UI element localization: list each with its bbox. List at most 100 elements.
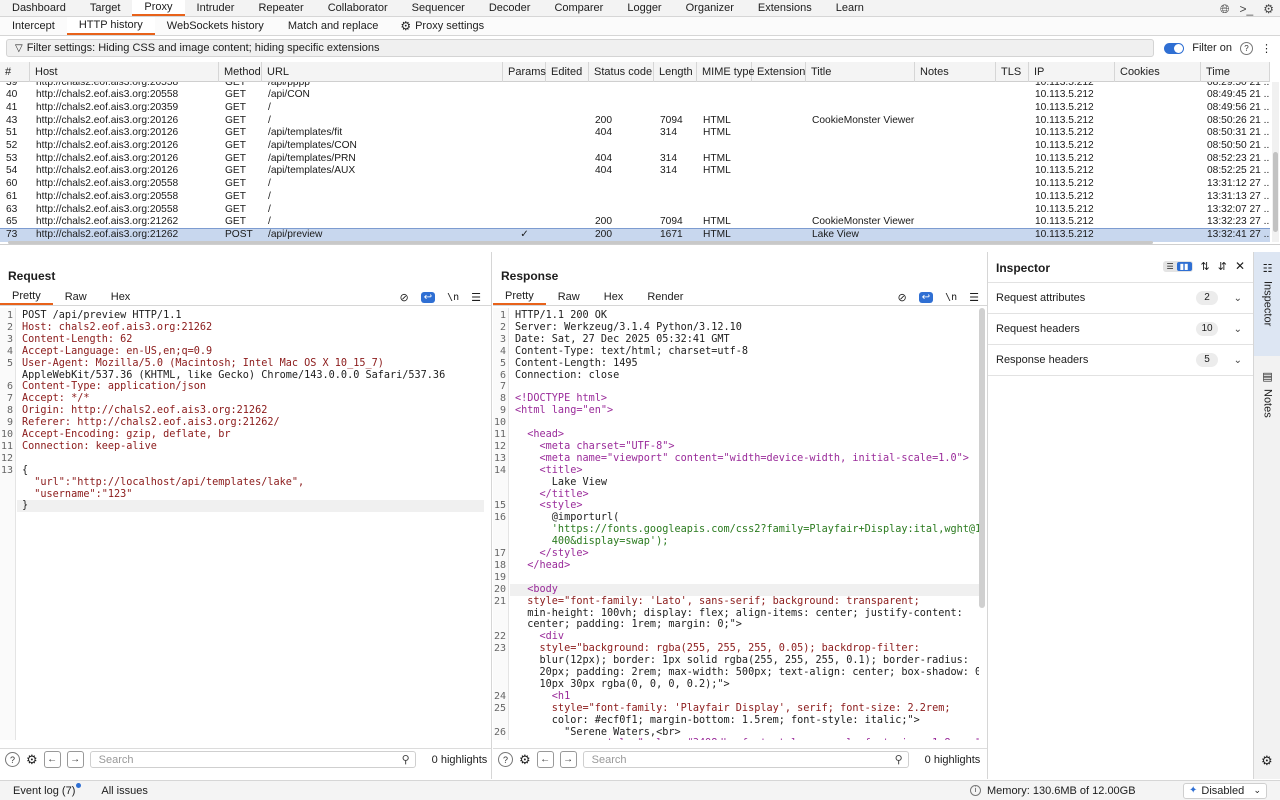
- sidebar-tab-notes[interactable]: ▤ Notes: [1254, 364, 1280, 434]
- table-row[interactable]: 43 http://chals2.eof.ais3.org:20126 GET / 20…: [0, 115, 1270, 128]
- column-header-title[interactable]: Title: [806, 62, 915, 82]
- menu-icon[interactable]: ☰: [471, 291, 481, 304]
- main-tab-extensions[interactable]: Extensions: [746, 0, 824, 16]
- table-row[interactable]: 65 http://chals2.eof.ais3.org:21262 GET / 20…: [0, 216, 1270, 229]
- next-arrow-icon[interactable]: →: [66, 751, 84, 768]
- word-wrap-icon[interactable]: ↩: [918, 291, 934, 303]
- main-tab-proxy[interactable]: Proxy: [132, 0, 185, 16]
- main-tab-sequencer[interactable]: Sequencer: [400, 0, 477, 16]
- column-header-host[interactable]: Host: [30, 62, 219, 82]
- settings-gear-icon[interactable]: ⚙: [26, 752, 38, 768]
- help-icon[interactable]: ?: [5, 752, 20, 767]
- response-tab-pretty[interactable]: Pretty: [493, 288, 546, 305]
- settings-gear-icon[interactable]: ⚙: [519, 752, 531, 768]
- table-row[interactable]: 53 http://chals2.eof.ais3.org:20126 GET/ap…: [0, 153, 1270, 166]
- hide-nonprintable-icon[interactable]: ⊘: [399, 291, 408, 304]
- column-header-method[interactable]: Method: [219, 62, 262, 82]
- hide-nonprintable-icon[interactable]: ⊘: [897, 291, 906, 304]
- more-options-icon[interactable]: ⋮: [1261, 42, 1272, 55]
- main-tab-dashboard[interactable]: Dashboard: [0, 0, 78, 16]
- filter-toggle[interactable]: [1164, 42, 1185, 54]
- response-search-input[interactable]: Search ⚲: [582, 751, 909, 768]
- close-icon[interactable]: ✕: [1235, 259, 1245, 273]
- list-view-icon[interactable]: ☰: [1164, 262, 1177, 271]
- column-header-notes[interactable]: Notes: [915, 62, 996, 82]
- collapse-all-icon[interactable]: ⇵: [1218, 260, 1227, 273]
- column-header-length[interactable]: Length: [654, 62, 697, 82]
- table-row[interactable]: 41 http://chals2.eof.ais3.org:20359 GET / 10…: [0, 102, 1270, 115]
- inspector-layout-toggle[interactable]: ☰ ▮▮: [1162, 260, 1193, 272]
- table-row[interactable]: 61 http://chals2.eof.ais3.org:20558 GET / 10…: [0, 191, 1270, 204]
- next-arrow-icon[interactable]: →: [559, 751, 577, 768]
- event-log-button[interactable]: Event log (7): [13, 782, 82, 797]
- request-tab-pretty[interactable]: Pretty: [0, 288, 53, 305]
- newline-icon[interactable]: \n: [447, 292, 459, 303]
- split-view-icon[interactable]: ▮▮: [1176, 261, 1192, 271]
- sub-tab-http-history[interactable]: HTTP history: [66, 17, 155, 35]
- filter-settings-button[interactable]: ▽ Filter settings: Hiding CSS and image …: [6, 39, 1155, 57]
- main-tab-comparer[interactable]: Comparer: [542, 0, 615, 16]
- table-vertical-scrollbar[interactable]: [1272, 82, 1279, 242]
- inspector-section-response-headers[interactable]: Response headers 5 ⌄: [988, 345, 1254, 376]
- cell-time: 08:50:31 21 ...: [1207, 127, 1270, 139]
- response-tab-hex[interactable]: Hex: [592, 288, 636, 305]
- main-tab-decoder[interactable]: Decoder: [477, 0, 543, 16]
- response-tab-render[interactable]: Render: [635, 288, 695, 305]
- table-horizontal-scrollbar[interactable]: [8, 241, 1153, 244]
- main-tab-learn[interactable]: Learn: [824, 0, 876, 16]
- table-row[interactable]: 40 http://chals2.eof.ais3.org:20558 GET/ap…: [0, 89, 1270, 102]
- table-row[interactable]: 60 http://chals2.eof.ais3.org:20558 GET / 10…: [0, 178, 1270, 191]
- column-header-edited[interactable]: Edited: [546, 62, 589, 82]
- terminal-icon[interactable]: >_: [1240, 3, 1254, 15]
- expand-all-icon[interactable]: ⇅: [1201, 260, 1210, 273]
- column-header-time[interactable]: Time: [1201, 62, 1270, 82]
- main-tab-collaborator[interactable]: Collaborator: [316, 0, 400, 16]
- previous-arrow-icon[interactable]: ←: [536, 751, 554, 768]
- table-row[interactable]: 51 http://chals2.eof.ais3.org:20126 GET/ap…: [0, 127, 1270, 140]
- word-wrap-icon[interactable]: ↩: [420, 291, 436, 303]
- table-row[interactable]: 39 http://chals2.eof.ais3.org:20558 GET/ap…: [0, 82, 1270, 89]
- ai-disabled-dropdown[interactable]: ✦ Disabled ⌄: [1183, 782, 1267, 799]
- response-editor[interactable]: 1 HTTP/1.1 200 OK 2 Server: Werkzeug/3.1.4 …: [493, 308, 979, 740]
- table-row[interactable]: 73 http://chals2.eof.ais3.org:21262 POST/a…: [0, 227, 1270, 242]
- column-header-status-code[interactable]: Status code: [589, 62, 654, 82]
- menu-icon[interactable]: ☰: [969, 291, 979, 304]
- help-icon[interactable]: ?: [498, 752, 513, 767]
- response-scrollbar[interactable]: [979, 308, 985, 608]
- main-tab-target[interactable]: Target: [78, 0, 133, 16]
- previous-arrow-icon[interactable]: ←: [43, 751, 61, 768]
- sub-tab-intercept[interactable]: Intercept: [0, 17, 67, 35]
- column-header-params[interactable]: Params: [503, 62, 546, 82]
- proxy-settings-button[interactable]: ⚙ Proxy settings: [390, 17, 494, 35]
- response-tab-raw[interactable]: Raw: [546, 288, 592, 305]
- table-row[interactable]: 54 http://chals2.eof.ais3.org:20126 GET/ap…: [0, 165, 1270, 178]
- globe-icon[interactable]: 🌐︎: [1220, 3, 1230, 15]
- newline-icon[interactable]: \n: [945, 292, 957, 303]
- column-header-mime-type[interactable]: MIME type: [697, 62, 755, 82]
- sidebar-tab-inspector[interactable]: ☷ Inspector: [1254, 252, 1280, 356]
- column-header-[interactable]: #: [0, 62, 30, 82]
- column-header-extension[interactable]: Extension: [752, 62, 806, 82]
- request-search-input[interactable]: Search ⚲: [89, 751, 416, 768]
- main-tab-logger[interactable]: Logger: [615, 0, 673, 16]
- column-header-ip[interactable]: IP: [1029, 62, 1115, 82]
- main-tab-repeater[interactable]: Repeater: [246, 0, 315, 16]
- sub-tab-websockets-history[interactable]: WebSockets history: [155, 17, 276, 35]
- help-icon[interactable]: ?: [1240, 41, 1253, 55]
- request-tab-raw[interactable]: Raw: [53, 288, 99, 305]
- main-tab-intruder[interactable]: Intruder: [185, 0, 247, 16]
- request-tab-hex[interactable]: Hex: [99, 288, 143, 305]
- column-header-url[interactable]: URL: [262, 62, 503, 82]
- main-tab-organizer[interactable]: Organizer: [674, 0, 746, 16]
- table-row[interactable]: 52 http://chals2.eof.ais3.org:20126 GET/ap…: [0, 140, 1270, 153]
- inspector-section-request-attributes[interactable]: Request attributes 2 ⌄: [988, 283, 1254, 314]
- gear-icon[interactable]: ⚙: [1263, 3, 1274, 15]
- sidebar-gear-icon[interactable]: ⚙: [1261, 753, 1273, 769]
- all-issues-button[interactable]: All issues: [101, 785, 147, 797]
- sub-tab-match-and-replace[interactable]: Match and replace: [276, 17, 391, 35]
- inspector-section-request-headers[interactable]: Request headers 10 ⌄: [988, 314, 1254, 345]
- column-header-tls[interactable]: TLS: [996, 62, 1029, 82]
- request-editor[interactable]: 1 POST /api/preview HTTP/1.1 2 Host: chals2…: [0, 308, 484, 740]
- column-header-cookies[interactable]: Cookies: [1115, 62, 1201, 82]
- table-row[interactable]: 63 http://chals2.eof.ais3.org:20558 GET / 10…: [0, 204, 1270, 217]
